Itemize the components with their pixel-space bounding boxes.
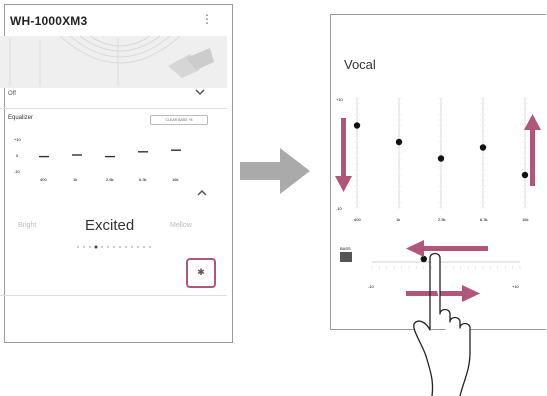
page-dot (94, 245, 98, 249)
bass-label: BASS (340, 246, 351, 251)
eq-slider-thumb[interactable] (437, 155, 445, 162)
bass-icon (340, 252, 352, 262)
arrow-down-icon (335, 176, 352, 192)
page-dot (149, 246, 151, 248)
clear-bass-badge[interactable]: CLEAR BASS +8 (150, 115, 208, 125)
app-title: WH-1000XM3 (10, 14, 88, 28)
bass-min-label: -10 (368, 284, 375, 289)
eq-band-label: 400 (354, 217, 361, 222)
page-dot (83, 246, 85, 248)
equalizer-sliders[interactable]: +10 -10 400 1k 2.5k 6.3k 16k (330, 80, 547, 226)
kebab-icon[interactable]: ⋮ (201, 12, 213, 28)
mode-value: Off (8, 91, 16, 97)
eq-slider-thumb[interactable] (395, 138, 403, 146)
page-dot (119, 246, 121, 248)
page-dot (107, 246, 109, 248)
ytick-mid: 0 (16, 153, 19, 158)
eq-slider-thumb[interactable] (479, 144, 487, 151)
preset-title: Vocal (344, 57, 376, 72)
page-dot (89, 246, 91, 248)
page-dot (77, 246, 79, 248)
preset-previous[interactable]: Bright (18, 222, 36, 229)
gear-icon: ✱ (197, 267, 205, 277)
mini-equalizer[interactable]: +10 0 -10 400 1k 2.5k 6.3k 16k (14, 135, 204, 185)
arrow-up-icon (524, 114, 541, 130)
eq-top-label: +10 (336, 97, 344, 102)
mini-eq-band-label: 1k (73, 177, 77, 182)
eq-slider-thumb[interactable] (521, 171, 529, 179)
page-dot (125, 246, 127, 248)
mini-eq-band-label: 16k (172, 177, 178, 182)
chevron-up-icon[interactable] (196, 188, 208, 198)
mini-eq-band-label: 2.5k (106, 177, 114, 182)
ytick-bottom: -10 (14, 169, 21, 174)
ytick-top: +10 (14, 137, 22, 142)
mode-selector[interactable] (0, 88, 227, 109)
ambient-sound-illustration (0, 35, 227, 88)
equalizer-settings-button[interactable]: ✱ (186, 258, 216, 288)
preset-next[interactable]: Mellow (170, 222, 192, 229)
eq-band-label: 2.5k (438, 217, 446, 222)
eq-band-label: 6.3k (480, 217, 488, 222)
eq-band-label: 16k (522, 217, 528, 222)
mini-eq-band-label: 6.3k (139, 177, 147, 182)
arrow-right-icon (240, 148, 310, 194)
equalizer-label: Equalizer (8, 115, 34, 121)
arrow-left-icon (422, 246, 488, 251)
arrow-down-icon (341, 118, 346, 178)
eq-band-label: 1k (396, 217, 400, 222)
mini-eq-band-label: 400 (40, 177, 47, 182)
preset-page-indicator (77, 245, 151, 249)
eq-bottom-label: -10 (336, 206, 343, 211)
page-dot (113, 246, 115, 248)
page-dot (101, 246, 103, 248)
page-dot (131, 246, 133, 248)
page-dot (143, 246, 145, 248)
page-dot (137, 246, 139, 248)
hand-gesture-icon (413, 252, 471, 396)
preset-current: Excited (85, 217, 135, 234)
divider (0, 295, 227, 296)
arrow-up-icon (530, 128, 535, 186)
chevron-down-icon[interactable] (194, 86, 206, 98)
eq-slider-thumb[interactable] (353, 122, 361, 129)
